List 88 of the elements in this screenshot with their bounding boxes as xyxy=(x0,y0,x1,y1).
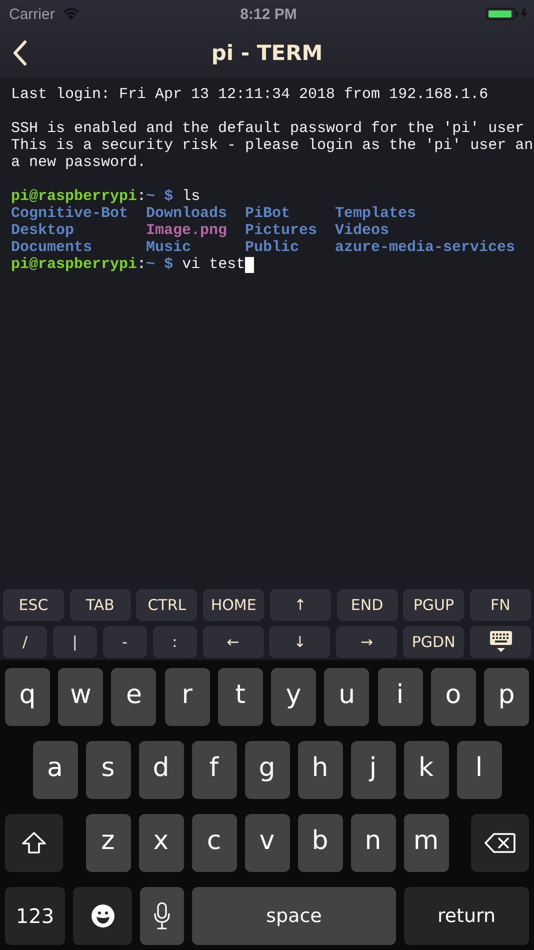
prompt-user: pi@raspberrypi xyxy=(11,188,138,205)
letter-key[interactable]: s xyxy=(86,741,130,799)
directory-name: Pictures xyxy=(245,222,318,239)
letter-key[interactable]: n xyxy=(350,814,396,872)
letter-key[interactable]: i xyxy=(378,668,423,726)
letter-key[interactable]: j xyxy=(350,741,396,799)
numbers-key[interactable]: 123 xyxy=(5,887,65,945)
letter-key[interactable]: c xyxy=(192,814,236,872)
key-button[interactable]: TAB xyxy=(70,589,131,621)
terminal-output-line: This is a security risk - please login as the 'pi' user an xyxy=(11,137,534,154)
key-button[interactable]: : xyxy=(152,626,197,658)
emoji-key[interactable] xyxy=(73,887,132,945)
key-button[interactable]: ← xyxy=(202,626,264,658)
letter-key[interactable]: d xyxy=(138,741,184,799)
file-name: Image.png xyxy=(146,222,228,239)
carrier-label: Carrier xyxy=(9,6,55,22)
letter-key[interactable]: h xyxy=(298,741,342,799)
directory-name: Public xyxy=(245,239,300,256)
battery-icon xyxy=(486,7,528,21)
prompt-symbol: $ xyxy=(164,188,174,205)
directory-name: Cognitive-Bot xyxy=(11,205,128,222)
letter-key[interactable]: k xyxy=(404,741,448,799)
letter-key[interactable]: l xyxy=(456,741,502,799)
key-button[interactable]: PGUP xyxy=(403,589,464,621)
letter-key[interactable]: u xyxy=(324,668,370,726)
key-button[interactable]: → xyxy=(336,626,398,658)
directory-name: Templates xyxy=(335,205,416,222)
delete-key[interactable] xyxy=(471,814,529,872)
key-button[interactable]: ↓ xyxy=(269,626,330,658)
directory-name: Downloads xyxy=(146,205,228,222)
prompt-separator: : xyxy=(137,256,146,273)
screen-title: pi - TERM xyxy=(211,41,323,65)
directory-name: Videos xyxy=(335,222,390,239)
key-button[interactable]: PGDN xyxy=(403,626,464,658)
terminal-command: vi test xyxy=(182,256,246,273)
terminal-output-line: a new password. xyxy=(11,154,146,171)
prompt-path: ~ xyxy=(146,256,156,273)
terminal-command: ls xyxy=(182,188,200,205)
shift-key[interactable] xyxy=(5,814,63,872)
letter-key[interactable]: a xyxy=(32,741,78,799)
key-button[interactable]: END xyxy=(336,589,398,621)
back-chevron-icon xyxy=(13,40,27,66)
key-button[interactable]: FN xyxy=(470,589,531,621)
letter-key[interactable]: f xyxy=(192,741,236,799)
space-key[interactable]: space xyxy=(192,887,396,945)
wifi-icon xyxy=(60,7,81,21)
hide-keyboard-key[interactable] xyxy=(470,626,531,658)
key-button[interactable]: CTRL xyxy=(136,589,198,621)
letter-key[interactable]: g xyxy=(244,741,290,799)
prompt-user: pi@raspberrypi xyxy=(11,256,138,273)
dictation-key[interactable] xyxy=(140,887,184,945)
directory-name: azure-media-services xyxy=(335,239,516,256)
status-time: 8:12 PM xyxy=(240,6,297,22)
directory-name: Documents xyxy=(11,239,92,256)
key-button[interactable]: ↑ xyxy=(270,589,331,621)
letter-key[interactable]: m xyxy=(404,814,448,872)
key-button[interactable]: HOME xyxy=(203,589,264,621)
smiley-icon xyxy=(90,904,114,928)
terminal-output-line: SSH is enabled and the default password for the 'pi' user xyxy=(11,120,524,137)
directory-name: Music xyxy=(146,239,192,256)
letter-key[interactable]: v xyxy=(244,814,290,872)
directory-name: Desktop xyxy=(11,222,74,239)
letter-key[interactable]: y xyxy=(271,668,316,726)
back-button[interactable] xyxy=(13,40,27,66)
shift-arrow-icon xyxy=(21,831,47,855)
prompt-symbol: $ xyxy=(164,256,174,273)
letter-key[interactable]: t xyxy=(218,668,263,726)
key-button[interactable]: - xyxy=(102,626,147,658)
letter-key[interactable]: x xyxy=(138,814,184,872)
letter-key[interactable]: r xyxy=(164,668,210,726)
key-button[interactable]: | xyxy=(52,626,97,658)
letter-key[interactable]: b xyxy=(298,814,342,872)
delete-icon xyxy=(484,832,516,854)
letter-key[interactable]: q xyxy=(5,668,50,726)
letter-key[interactable]: e xyxy=(111,668,156,726)
letter-key[interactable]: w xyxy=(58,668,104,726)
letter-key[interactable]: z xyxy=(86,814,130,872)
prompt-path: ~ xyxy=(146,188,156,205)
terminal-output-line: Last login: Fri Apr 13 12:11:34 2018 from 192.168.1.6 xyxy=(11,86,488,103)
key-button[interactable]: / xyxy=(3,626,47,658)
directory-name: PiBot xyxy=(245,205,290,222)
return-key[interactable]: return xyxy=(404,887,529,945)
key-button[interactable]: ESC xyxy=(3,589,64,621)
keyboard-icon xyxy=(488,630,512,654)
letter-key[interactable]: p xyxy=(484,668,529,726)
letter-key[interactable]: o xyxy=(430,668,476,726)
prompt-separator: : xyxy=(137,188,146,205)
microphone-icon xyxy=(153,902,171,930)
